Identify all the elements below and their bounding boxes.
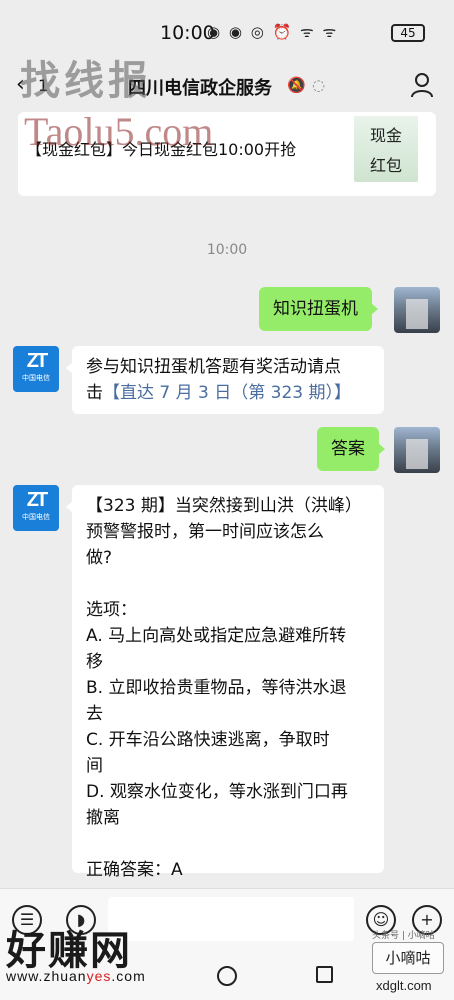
option-line: 撤离 (86, 808, 120, 828)
status-icons: ◉ ◉ ◎ ⏰ ᯤ ᯤ (207, 23, 339, 41)
message-timestamp: 10:00 (206, 242, 248, 258)
profile-icon[interactable] (410, 72, 434, 98)
options-label: 选项： (86, 600, 137, 620)
message-bubble-received[interactable]: 【323 期】当突然接到山洪（洪峰） 预警警报时，第一时间应该怎么 做? 选项：… (66, 485, 384, 880)
option-line: B. 立即收拾贵重物品，等待洪水退 (86, 678, 347, 698)
activity-link[interactable]: 【直达 7 月 3 日（第 323 期）】 (103, 383, 351, 403)
ear-icon: ◌ (312, 76, 326, 94)
bot-logo-caption: 中国电信 (22, 374, 50, 382)
question-line: 【323 期】当突然接到山洪（洪峰） (86, 496, 362, 516)
bot-logo-caption: 中国电信 (22, 513, 50, 521)
recents-button[interactable] (316, 966, 333, 983)
promo-card-image: 现金 红包 (354, 116, 418, 182)
message-bubble-sent[interactable]: 知识扭蛋机 (259, 287, 378, 331)
watermark-small: 头条号 | 小嘀咕 (372, 931, 435, 941)
watermark-haozhuan: 好赚网 www.zhuanyes.com (0, 918, 200, 1000)
watermark-top: 找线报 (20, 57, 152, 104)
avatar-bot[interactable]: ZT 中国电信 (13, 346, 59, 392)
option-line: D. 观察水位变化，等水涨到门口再 (86, 782, 348, 802)
option-line: C. 开车沿公路快速逃离，争取时 (86, 730, 330, 750)
option-line: 去 (86, 704, 103, 724)
battery-icon: 45 (391, 24, 425, 42)
bot-logo: ZT (26, 350, 48, 372)
home-button[interactable] (217, 966, 237, 986)
avatar-user[interactable] (394, 287, 440, 333)
correct-answer: 正确答案：A (86, 860, 183, 880)
message-line: 击 (86, 383, 103, 403)
message-bubble-received[interactable]: 参与知识扭蛋机答题有奖活动请点 击【直达 7 月 3 日（第 323 期）】 (66, 346, 384, 414)
promo-card-image-line2: 红包 (369, 156, 402, 175)
option-line: 间 (86, 756, 103, 776)
message-bubble-sent[interactable]: 答案 (317, 427, 385, 471)
question-line: 预警警报时，第一时间应该怎么 (86, 522, 324, 542)
question-line: 做? (86, 548, 113, 568)
option-line: A. 马上向高处或指定应急避难所转 (86, 626, 347, 646)
avatar-bot[interactable]: ZT 中国电信 (13, 485, 59, 531)
status-bar: 10:00 ◉ ◉ ◎ ⏰ ᯤ ᯤ 45 (0, 0, 454, 52)
promo-card-image-line1: 现金 (369, 126, 402, 145)
watermark-haozhuan-url: www.zhuanyes.com (6, 968, 146, 984)
bell-off-icon: 🔕 (287, 76, 306, 94)
watermark-taolu: Taolu5.com (24, 109, 214, 154)
avatar-user[interactable] (394, 427, 440, 473)
watermark-xdglt: xdglt.com (376, 978, 432, 993)
message-line: 参与知识扭蛋机答题有奖活动请点 (86, 357, 341, 377)
watermark-xiaodigu: 小嘀咕 (372, 942, 444, 974)
option-line: 移 (86, 652, 103, 672)
bot-logo: ZT (26, 489, 48, 511)
